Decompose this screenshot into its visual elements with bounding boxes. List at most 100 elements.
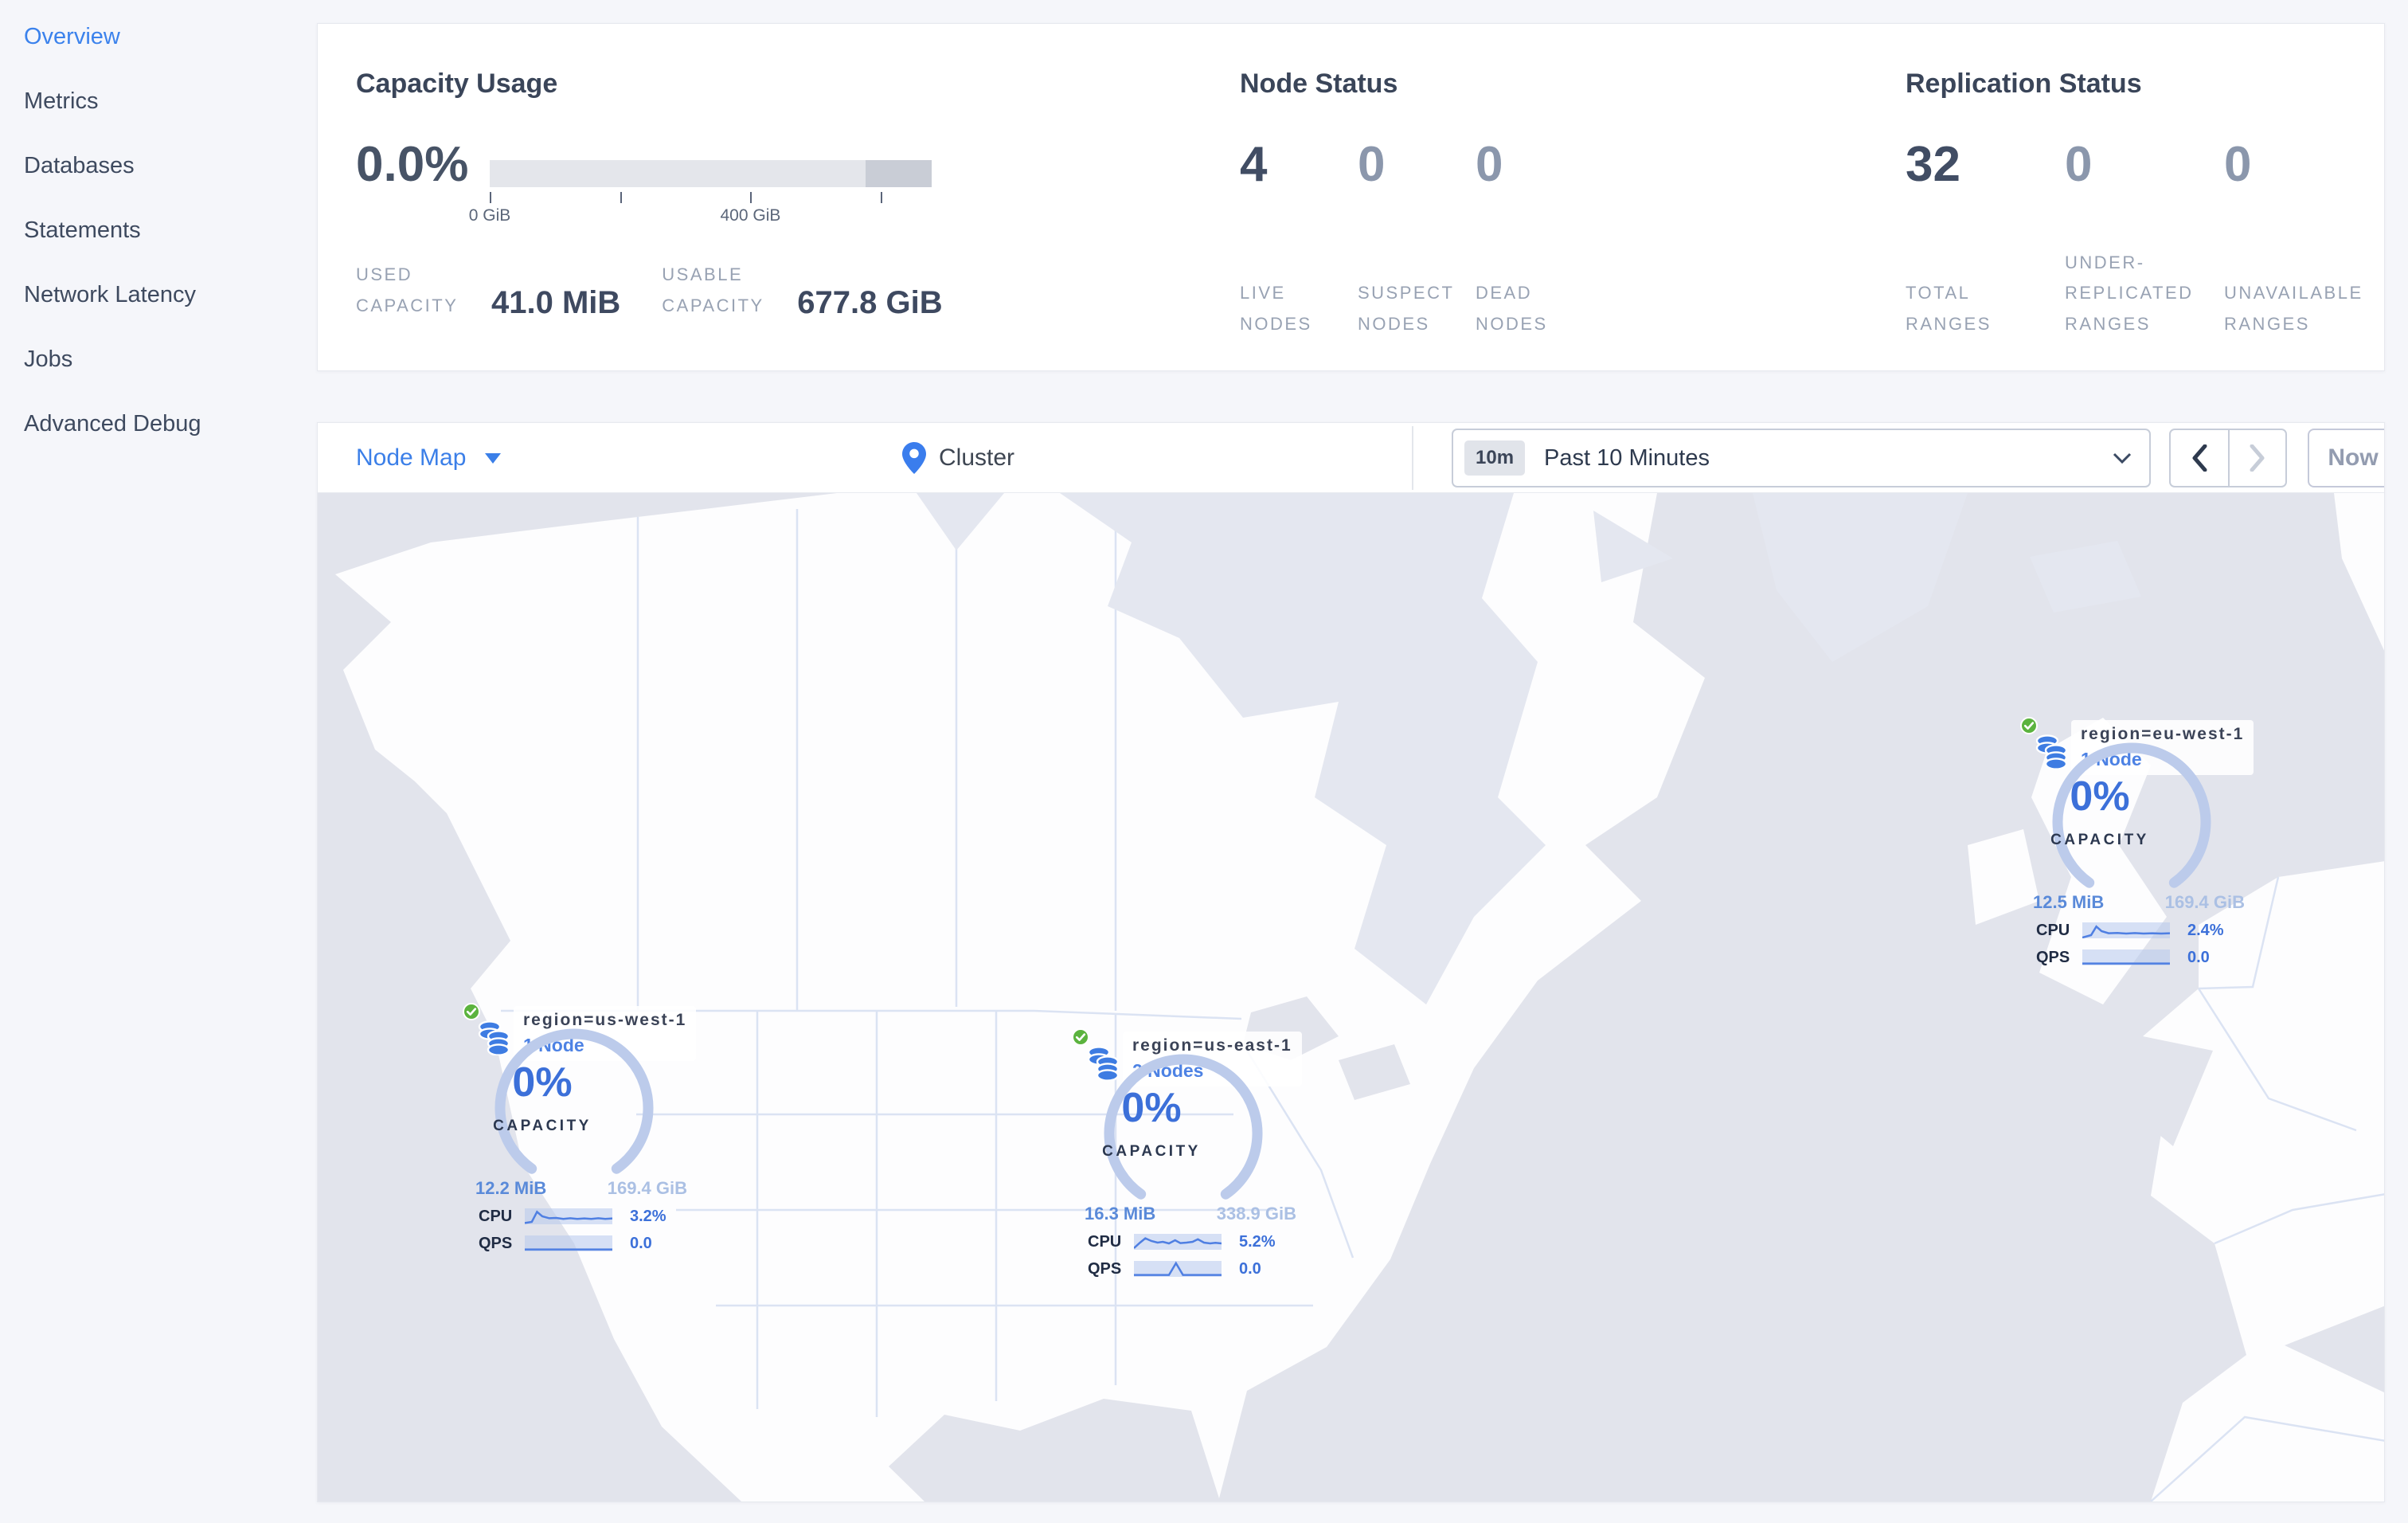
main-content: Capacity Usage 0.0% 0 GiB 400 GiB USED C… bbox=[317, 0, 2385, 1523]
summary-stat: 0 SUSPECT NODES bbox=[1358, 140, 1476, 339]
region-node-marker[interactable]: region=eu-west-1 1 Node 0% CAPACITY 12.5… bbox=[2020, 715, 2267, 978]
qps-value: 0.0 bbox=[2187, 948, 2210, 966]
capacity-bar-reserved bbox=[865, 160, 932, 187]
stat-label: TOTAL RANGES bbox=[1906, 283, 1992, 334]
cluster-summary-panel: Capacity Usage 0.0% 0 GiB 400 GiB USED C… bbox=[317, 23, 2385, 371]
breadcrumb[interactable]: Cluster bbox=[902, 423, 1014, 493]
sidebar-item[interactable]: Jobs bbox=[0, 327, 316, 392]
node-capacity-percent: 0% bbox=[1121, 1085, 1182, 1131]
cpu-value: 5.2% bbox=[1239, 1232, 1276, 1251]
stat-value: 0 bbox=[1358, 137, 1386, 192]
map-toolbar: Node Map Cluster 10m Past 10 Minutes Now bbox=[318, 423, 2384, 493]
node-usable-capacity: 338.9 GiB bbox=[1216, 1204, 1296, 1223]
sidebar: Overview Metrics Databases Statements Ne… bbox=[0, 0, 316, 1523]
node-capacity-percent: 0% bbox=[2070, 773, 2130, 820]
summary-stat: 32 TOTAL RANGES bbox=[1906, 140, 2065, 339]
caret-down-icon bbox=[485, 452, 502, 464]
sidebar-item-label: Network Latency bbox=[24, 282, 196, 307]
stat-value: 0 bbox=[2224, 137, 2252, 192]
sidebar-item-label: Databases bbox=[24, 153, 135, 178]
node-usable-capacity: 169.4 GiB bbox=[2164, 892, 2245, 912]
node-capacity-word: CAPACITY bbox=[1102, 1143, 1201, 1160]
world-map: region=us-west-1 1 Node 0% CAPACITY 12.2… bbox=[318, 493, 2384, 1501]
capacity-arc-gauge bbox=[1104, 1054, 1263, 1200]
time-nav-buttons bbox=[2169, 429, 2287, 487]
sidebar-item[interactable]: Overview bbox=[0, 5, 316, 69]
sidebar-item-label: Metrics bbox=[24, 88, 99, 114]
node-map-panel: Node Map Cluster 10m Past 10 Minutes Now… bbox=[317, 422, 2385, 1502]
node-capacity-values: 12.2 MiB 169.4 GiB bbox=[475, 1178, 687, 1199]
node-capacity-word: CAPACITY bbox=[493, 1118, 592, 1134]
sidebar-item-label: Advanced Debug bbox=[24, 411, 201, 437]
qps-value: 0.0 bbox=[1239, 1259, 1261, 1278]
stat-label: SUSPECT NODES bbox=[1358, 283, 1455, 334]
node-qps-row: QPS 0.0 bbox=[1088, 1259, 1311, 1278]
region-node-marker[interactable]: region=us-east-1 2 Nodes 0% CAPACITY 16.… bbox=[1072, 1027, 1319, 1290]
qps-sparkline bbox=[1134, 1261, 1222, 1277]
sidebar-item-label: Statements bbox=[24, 217, 141, 243]
time-next-button[interactable] bbox=[2228, 430, 2285, 486]
region-label: region=us-east-1 bbox=[1132, 1036, 1292, 1055]
stat-label: UNDER-REPLICATED RANGES bbox=[2065, 252, 2194, 334]
stat-value: 4 bbox=[1240, 137, 1268, 192]
sidebar-item[interactable]: Metrics bbox=[0, 69, 316, 134]
stat-value: 41.0 MiB bbox=[491, 285, 621, 320]
capacity-arc-gauge bbox=[2052, 742, 2211, 888]
sidebar-item[interactable]: Advanced Debug bbox=[0, 392, 316, 456]
stat-value: 0 bbox=[1476, 137, 1503, 192]
time-prev-button[interactable] bbox=[2171, 430, 2228, 486]
cpu-label: CPU bbox=[1088, 1232, 1122, 1251]
region-node-marker[interactable]: region=us-west-1 1 Node 0% CAPACITY 12.2… bbox=[463, 1001, 710, 1264]
node-capacity-values: 12.5 MiB 169.4 GiB bbox=[2033, 892, 2245, 913]
location-pin-icon bbox=[902, 442, 926, 474]
view-selector-dropdown[interactable]: Node Map bbox=[356, 423, 502, 493]
capacity-bar-tick-label: 400 GiB bbox=[720, 206, 781, 225]
cpu-value: 3.2% bbox=[630, 1207, 666, 1225]
replication-status-section: Replication Status 32 TOTAL RANGES 0 UND… bbox=[1906, 69, 2383, 370]
stat-label: USABLE CAPACITY bbox=[662, 264, 764, 315]
sidebar-item[interactable]: Databases bbox=[0, 134, 316, 198]
stat-value: 0 bbox=[2065, 137, 2093, 192]
node-used-capacity: 16.3 MiB bbox=[1085, 1204, 1156, 1223]
node-status-stats: 4 LIVE NODES 0 SUSPECT NODES 0 DEAD NODE… bbox=[1240, 140, 1593, 339]
sidebar-item-label: Jobs bbox=[24, 346, 73, 372]
view-selector-label: Node Map bbox=[356, 444, 467, 471]
qps-label: QPS bbox=[2036, 948, 2070, 966]
sidebar-item[interactable]: Statements bbox=[0, 198, 316, 263]
now-button[interactable]: Now bbox=[2308, 429, 2384, 487]
time-range-label: Past 10 Minutes bbox=[1544, 444, 1710, 471]
node-cpu-row: CPU 3.2% bbox=[479, 1207, 702, 1226]
sidebar-nav: Overview Metrics Databases Statements Ne… bbox=[0, 5, 316, 456]
stat-value: 677.8 GiB bbox=[797, 285, 943, 320]
sidebar-item[interactable]: Network Latency bbox=[0, 263, 316, 327]
capacity-stat: USABLE CAPACITY 677.8 GiB bbox=[662, 260, 942, 321]
capacity-bar-tick bbox=[881, 192, 883, 203]
node-status-title: Node Status bbox=[1240, 69, 1398, 99]
capacity-bar: 0 GiB 400 GiB bbox=[469, 160, 932, 232]
node-usable-capacity: 169.4 GiB bbox=[607, 1178, 687, 1198]
world-map-canvas bbox=[318, 493, 2384, 1501]
stat-label: LIVE NODES bbox=[1240, 283, 1312, 334]
node-capacity-word: CAPACITY bbox=[2050, 832, 2149, 848]
node-qps-row: QPS 0.0 bbox=[2036, 948, 2259, 967]
time-range-badge: 10m bbox=[1464, 440, 1526, 476]
qps-sparkline bbox=[2082, 949, 2170, 965]
check-circle-icon bbox=[463, 1003, 480, 1020]
region-label: region=us-west-1 bbox=[523, 1011, 687, 1029]
check-circle-icon bbox=[1072, 1028, 1089, 1046]
region-label: region=eu-west-1 bbox=[2081, 725, 2245, 743]
capacity-bar-tick-label: 0 GiB bbox=[468, 206, 511, 225]
sidebar-item-label: Overview bbox=[24, 24, 120, 49]
node-capacity-percent: 0% bbox=[512, 1059, 573, 1106]
capacity-gauge: 0.0% 0 GiB 400 GiB bbox=[356, 140, 932, 232]
chevron-down-icon bbox=[2113, 452, 2132, 464]
node-status-section: Node Status 4 LIVE NODES 0 SUSPECT NODES… bbox=[1240, 69, 1877, 370]
node-cpu-row: CPU 5.2% bbox=[1088, 1232, 1311, 1251]
summary-stat: 0 UNAVAILABLE RANGES bbox=[2224, 140, 2383, 339]
capacity-usage-title: Capacity Usage bbox=[356, 69, 558, 99]
summary-stat: 0 DEAD NODES bbox=[1476, 140, 1593, 339]
node-capacity-values: 16.3 MiB 338.9 GiB bbox=[1085, 1204, 1296, 1224]
qps-value: 0.0 bbox=[630, 1234, 652, 1252]
time-range-dropdown[interactable]: 10m Past 10 Minutes bbox=[1452, 429, 2151, 487]
qps-label: QPS bbox=[1088, 1259, 1122, 1278]
